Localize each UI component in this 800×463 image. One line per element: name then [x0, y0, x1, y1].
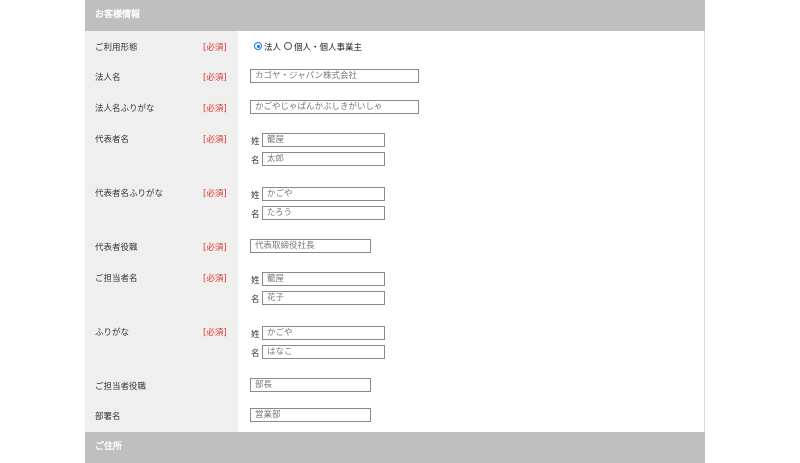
radio-individual[interactable] [284, 42, 292, 50]
rep-mei-input[interactable]: 太郎 [262, 152, 385, 166]
required-badge: [必須] [203, 328, 227, 338]
company-kana-input[interactable]: かごやじゃぱんかぶしきがいしゃ [250, 100, 419, 114]
contact-kana-label: ふりがな [95, 328, 130, 338]
company-kana-label: 法人名ふりがな [95, 104, 155, 114]
rep-title-label: 代表者役職 [95, 243, 138, 253]
contact-name-label: ご担当者名 [95, 274, 138, 284]
rep-mei-label: 名 [251, 156, 260, 166]
section-header-customer-info: お客様情報 [85, 0, 705, 31]
required-badge: [必須] [203, 104, 227, 114]
contact-mei-label: 名 [251, 295, 260, 305]
radio-individual-label: 個人・個人事業主 [294, 43, 363, 53]
section-header-address: ご住所 [85, 432, 705, 463]
rep-sei-label: 姓 [251, 137, 260, 147]
department-input[interactable]: 営業部 [250, 408, 371, 422]
rep-title-input[interactable]: 代表取締役社長 [250, 239, 371, 253]
rep-name-label: 代表者名 [95, 135, 130, 145]
contact-kana-mei-label: 名 [251, 349, 260, 359]
rep-kana-sei-label: 姓 [251, 191, 260, 201]
department-label: 部署名 [95, 412, 121, 422]
contact-title-input[interactable]: 部長 [250, 378, 371, 392]
rep-kana-label: 代表者名ふりがな [95, 189, 164, 199]
required-badge: [必須] [203, 243, 227, 253]
contact-kana-mei-input[interactable]: はなこ [262, 345, 385, 359]
required-badge: [必須] [203, 43, 227, 53]
rep-kana-sei-input[interactable]: かごや [262, 187, 385, 201]
contact-sei-input[interactable]: 籠屋 [262, 272, 385, 286]
radio-corporate[interactable] [254, 42, 262, 50]
input-column [238, 31, 705, 432]
contact-title-label: ご担当者役職 [95, 382, 147, 392]
required-badge: [必須] [203, 274, 227, 284]
contact-mei-input[interactable]: 花子 [262, 291, 385, 305]
radio-corporate-label: 法人 [264, 43, 282, 53]
rep-sei-input[interactable]: 籠屋 [262, 133, 385, 147]
rep-kana-mei-input[interactable]: たろう [262, 206, 385, 220]
label-column [85, 31, 238, 432]
company-name-label: 法人名 [95, 73, 121, 83]
company-name-input[interactable]: カゴヤ・ジャパン株式会社 [250, 69, 419, 83]
required-badge: [必須] [203, 189, 227, 199]
rep-kana-mei-label: 名 [251, 210, 260, 220]
required-badge: [必須] [203, 73, 227, 83]
required-badge: [必須] [203, 135, 227, 145]
contact-kana-sei-input[interactable]: かごや [262, 326, 385, 340]
contact-kana-sei-label: 姓 [251, 330, 260, 340]
usage-type-label: ご利用形態 [95, 43, 138, 53]
customer-form-panel: お客様情報 ご利用形態 [必須] 法人 個人・個人事業主 法人名 [必須] カゴ… [85, 0, 705, 463]
contact-sei-label: 姓 [251, 276, 260, 286]
